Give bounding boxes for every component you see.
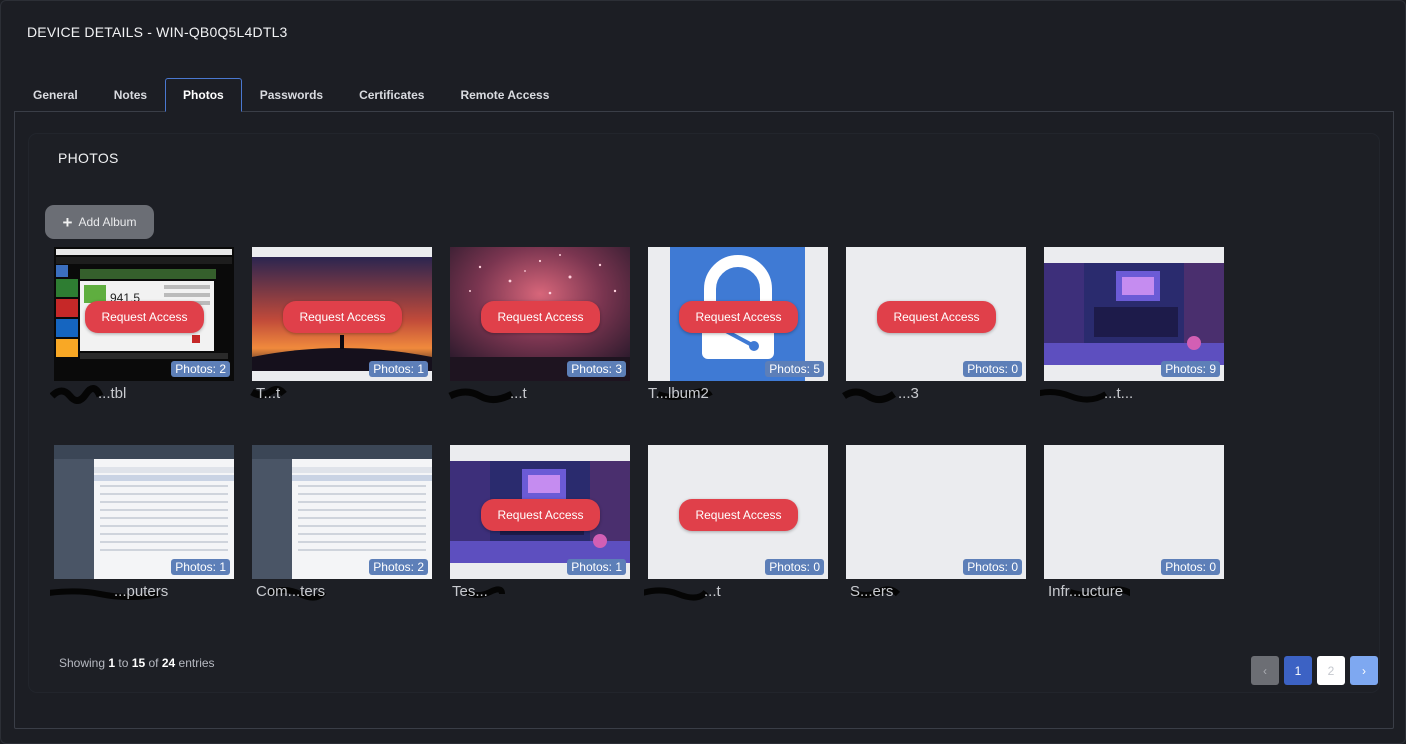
photo-count-badge: Photos: 5 xyxy=(765,361,824,377)
photo-count-badge: Photos: 2 xyxy=(369,559,428,575)
album-card[interactable]: Request Access Photos: 3 ...t xyxy=(448,247,630,404)
plus-icon: + xyxy=(62,212,73,232)
tab-bar: General Notes Photos Passwords Certifica… xyxy=(15,78,567,112)
photo-count-badge: Photos: 1 xyxy=(369,361,428,377)
window-title: DEVICE DETAILS - WIN-QB0Q5L4DTL3 xyxy=(27,24,288,40)
request-access-button[interactable]: Request Access xyxy=(679,301,798,333)
page-button-1[interactable]: 1 xyxy=(1284,656,1312,685)
add-album-label: Add Album xyxy=(78,215,137,229)
entries-summary: Showing 1 to 15 of 24 entries xyxy=(59,656,215,670)
chevron-right-icon: › xyxy=(1362,663,1366,678)
album-card[interactable]: Request Access Photos: 1 Tes... xyxy=(450,445,630,602)
request-access-button[interactable]: Request Access xyxy=(481,499,600,531)
album-thumbnail[interactable]: Request Access Photos: 0 xyxy=(648,445,828,579)
request-access-button[interactable]: Request Access xyxy=(283,301,402,333)
album-name-redacted: Infr...ucture xyxy=(1044,582,1224,602)
tab-general[interactable]: General xyxy=(15,78,96,111)
album-card[interactable]: Photos: 9 ...t... xyxy=(1040,247,1224,404)
album-name-redacted: S...ers xyxy=(846,582,1026,602)
redaction-scribble xyxy=(448,388,514,403)
tab-remote-access[interactable]: Remote Access xyxy=(442,78,567,111)
photo-count-badge: Photos: 0 xyxy=(963,559,1022,575)
album-thumbnail[interactable]: 941.5 Request Access Photos: 2 xyxy=(54,247,234,381)
album-card[interactable]: 941.5 Request Access Photos: 2 ...tbl xyxy=(50,247,234,404)
tab-photos[interactable]: Photos xyxy=(165,78,242,112)
photo-count-badge: Photos: 9 xyxy=(1161,361,1220,377)
photos-heading: PHOTOS xyxy=(58,150,119,166)
album-name-redacted: ...t xyxy=(644,582,828,602)
photos-card: PHOTOS + Add Album 941.5 Request Access … xyxy=(29,134,1379,692)
album-thumbnail[interactable]: Request Access Photos: 3 xyxy=(450,247,630,381)
album-name-redacted: Com...ters xyxy=(252,582,432,602)
tab-certificates[interactable]: Certificates xyxy=(341,78,442,111)
album-card[interactable]: Request Access Photos: 0 ...3 xyxy=(842,247,1026,404)
album-name-redacted: ...puters xyxy=(50,582,234,602)
album-thumbnail[interactable]: Photos: 9 xyxy=(1044,247,1224,381)
album-card[interactable]: Photos: 0 Infr...ucture xyxy=(1044,445,1224,602)
album-card[interactable]: Request Access Photos: 5 T...lbum2 xyxy=(648,247,828,404)
request-access-button[interactable]: Request Access xyxy=(85,301,204,333)
album-name-redacted: T...lbum2 xyxy=(648,384,828,404)
album-thumbnail[interactable]: Photos: 0 xyxy=(1044,445,1224,579)
album-thumbnail[interactable]: Request Access Photos: 1 xyxy=(252,247,432,381)
album-name-redacted: ...t xyxy=(448,384,630,404)
photo-count-badge: Photos: 0 xyxy=(963,361,1022,377)
device-details-window: DEVICE DETAILS - WIN-QB0Q5L4DTL3 General… xyxy=(0,0,1406,744)
redaction-scribble xyxy=(842,388,897,403)
photo-count-badge: Photos: 1 xyxy=(171,559,230,575)
tab-passwords[interactable]: Passwords xyxy=(242,78,341,111)
photo-count-badge: Photos: 3 xyxy=(567,361,626,377)
photos-tab-panel: PHOTOS + Add Album 941.5 Request Access … xyxy=(14,111,1394,729)
request-access-button[interactable]: Request Access xyxy=(481,301,600,333)
tab-notes[interactable]: Notes xyxy=(96,78,165,111)
album-card[interactable]: Request Access Photos: 1 T...t xyxy=(250,247,432,404)
album-thumbnail[interactable]: Photos: 0 xyxy=(846,445,1026,579)
album-name-redacted: T...t xyxy=(250,384,432,404)
album-name-redacted: ...tbl xyxy=(50,384,234,404)
photo-count-badge: Photos: 0 xyxy=(1161,559,1220,575)
photo-count-badge: Photos: 2 xyxy=(171,361,230,377)
album-thumbnail[interactable]: Request Access Photos: 5 xyxy=(648,247,828,381)
next-page-button[interactable]: › xyxy=(1350,656,1378,685)
chevron-left-icon: ‹ xyxy=(1263,663,1267,678)
page-button-2[interactable]: 2 xyxy=(1317,656,1345,685)
album-name-redacted: Tes... xyxy=(450,582,630,602)
album-thumbnail[interactable]: Request Access Photos: 1 xyxy=(450,445,630,579)
album-card[interactable]: Photos: 2 Com...ters xyxy=(252,445,432,602)
pagination: ‹ 1 2 › xyxy=(1251,656,1378,685)
album-card[interactable]: Photos: 1 ...puters xyxy=(50,445,234,602)
previous-page-button[interactable]: ‹ xyxy=(1251,656,1279,685)
album-card[interactable]: Request Access Photos: 0 ...t xyxy=(644,445,828,602)
album-name-redacted: ...t... xyxy=(1040,384,1224,404)
album-thumbnail[interactable]: Photos: 1 xyxy=(54,445,234,579)
request-access-button[interactable]: Request Access xyxy=(877,301,996,333)
redaction-scribble xyxy=(1040,389,1108,403)
album-card[interactable]: Photos: 0 S...ers xyxy=(846,445,1026,602)
add-album-button[interactable]: + Add Album xyxy=(45,205,154,239)
photo-count-badge: Photos: 1 xyxy=(567,559,626,575)
photo-count-badge: Photos: 0 xyxy=(765,559,824,575)
album-thumbnail[interactable]: Photos: 2 xyxy=(252,445,432,579)
request-access-button[interactable]: Request Access xyxy=(679,499,798,531)
album-thumbnail[interactable]: Request Access Photos: 0 xyxy=(846,247,1026,381)
album-name-redacted: ...3 xyxy=(842,384,1026,404)
